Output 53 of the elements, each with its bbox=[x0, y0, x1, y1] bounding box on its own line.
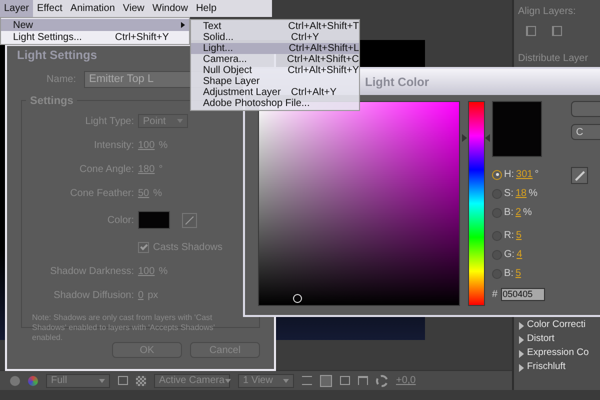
menu-item[interactable]: View bbox=[118, 0, 148, 17]
unit-label: % bbox=[158, 138, 168, 152]
radio-button[interactable] bbox=[492, 170, 502, 180]
menu-entry[interactable]: Adjustment Layer Ctrl+Alt+Y bbox=[191, 87, 359, 98]
effect-category[interactable]: Expression Co bbox=[527, 346, 589, 361]
unit-label: % bbox=[523, 206, 532, 220]
channel-label: B: bbox=[504, 267, 514, 281]
color-swatch[interactable] bbox=[138, 211, 170, 229]
dialog-title: Light Settings bbox=[17, 47, 97, 62]
checkerboard-icon[interactable] bbox=[136, 376, 146, 386]
unit-label: ° bbox=[534, 168, 539, 182]
dialog-button[interactable] bbox=[571, 101, 600, 117]
hue-slider-thumb[interactable] bbox=[462, 134, 467, 142]
menu-item[interactable]: Animation bbox=[66, 0, 119, 17]
effect-category[interactable]: Distort bbox=[527, 332, 554, 347]
channel-label: H: bbox=[504, 168, 514, 182]
align-icon[interactable] bbox=[526, 26, 536, 36]
distribute-panel-title: Distribute Layer bbox=[518, 52, 590, 66]
menu-entry[interactable]: New bbox=[1, 19, 189, 31]
unit-label: % bbox=[153, 186, 162, 200]
unit-label: % bbox=[158, 264, 168, 278]
color-channels-icon[interactable] bbox=[28, 376, 38, 386]
effect-category[interactable]: Frischluft bbox=[527, 360, 566, 375]
menu-item[interactable]: Effect bbox=[33, 0, 66, 17]
hue-slider[interactable] bbox=[462, 101, 490, 306]
menu-entry[interactable]: Adobe Photoshop File... bbox=[191, 98, 359, 109]
exposure-icon[interactable] bbox=[376, 374, 388, 386]
unit-label: ° bbox=[158, 162, 163, 176]
hex-field[interactable]: 050405 bbox=[500, 288, 545, 301]
channel-label: R: bbox=[504, 229, 514, 243]
align-icon[interactable] bbox=[552, 26, 562, 36]
region-icon[interactable] bbox=[118, 376, 128, 385]
dialog-button[interactable]: C bbox=[571, 124, 600, 140]
menu-entry[interactable]: Solid... Ctrl+Y bbox=[191, 32, 359, 43]
menu-entry[interactable]: Light Settings... Ctrl+Shift+Y bbox=[1, 31, 189, 43]
channel-label: B: bbox=[504, 206, 514, 220]
effect-category[interactable]: Color Correcti bbox=[527, 318, 586, 333]
hex-label: # bbox=[492, 288, 498, 302]
dialog-title: Light Color bbox=[365, 74, 429, 91]
menu-entry[interactable]: Text Ctrl+Alt+Shift+T bbox=[191, 21, 359, 32]
menu-item[interactable]: Help bbox=[192, 0, 221, 17]
menu-entry[interactable]: Light... Ctrl+Alt+Shift+L bbox=[191, 43, 359, 54]
channel-label: G: bbox=[504, 248, 515, 262]
fast-preview-icon[interactable] bbox=[320, 374, 332, 386]
menu-entry[interactable]: Camera... Ctrl+Alt+Shift+C bbox=[191, 54, 359, 65]
align-panel-title: Align Layers: bbox=[518, 5, 577, 19]
menu-item[interactable]: Layer bbox=[0, 0, 34, 17]
checkbox[interactable] bbox=[138, 242, 149, 252]
channel-label: S: bbox=[504, 187, 514, 201]
menu-item[interactable]: Window bbox=[148, 0, 192, 17]
color-preview bbox=[492, 101, 542, 157]
eyedropper-icon[interactable] bbox=[571, 167, 588, 184]
unit-label: % bbox=[528, 187, 538, 201]
